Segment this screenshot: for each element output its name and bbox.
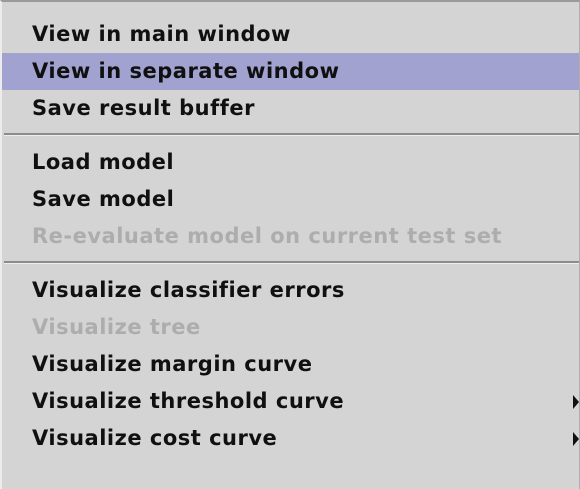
menu-item-save-model[interactable]: Save model [2, 181, 579, 218]
menu-item-visualize-threshold-curve[interactable]: Visualize threshold curve [2, 383, 579, 420]
menu-item-view-in-separate-window[interactable]: View in separate window [2, 53, 579, 90]
menu-item-view-in-main-window[interactable]: View in main window [2, 16, 579, 53]
menu-separator [4, 133, 579, 136]
menu-item-label: Visualize threshold curve [32, 389, 345, 413]
menu-item-visualize-margin-curve[interactable]: Visualize margin curve [2, 346, 579, 383]
context-menu: View in main window View in separate win… [0, 0, 580, 489]
menu-item-label: Visualize cost curve [32, 426, 278, 450]
menu-item-visualize-cost-curve[interactable]: Visualize cost curve [2, 420, 579, 457]
menu-item-visualize-tree: Visualize tree [32, 315, 201, 339]
menu-item-save-result-buffer[interactable]: Save result buffer [2, 90, 579, 127]
menu-item-re-evaluate-model: Re-evaluate model on current test set [32, 224, 502, 248]
menu-separator [4, 261, 579, 264]
menu-item-load-model[interactable]: Load model [2, 144, 579, 181]
submenu-arrow-icon [573, 394, 579, 409]
menu-item-visualize-classifier-errors[interactable]: Visualize classifier errors [2, 272, 579, 309]
submenu-arrow-icon [573, 431, 579, 446]
